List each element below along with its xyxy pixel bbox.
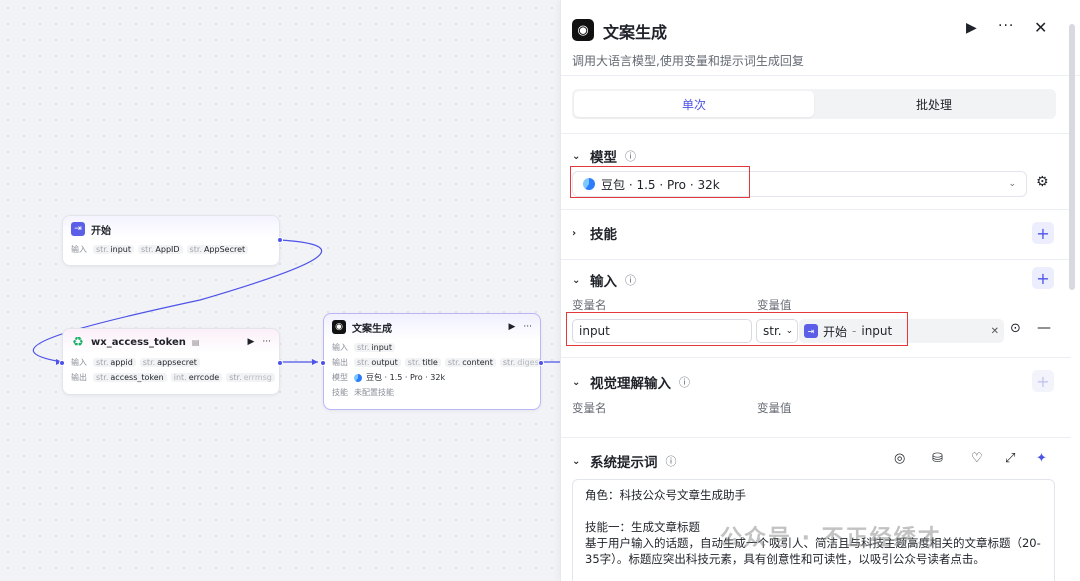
plugin-icon: ♻ xyxy=(72,334,84,350)
wx-input-port[interactable] xyxy=(59,360,65,366)
panel-header: ◉ 文案生成 调用大语言模型,使用变量和提示词生成回复 ▶ ··· ✕ xyxy=(561,0,1080,76)
chevron-down-icon[interactable]: ⌄ xyxy=(572,151,582,162)
highlight-box-model xyxy=(570,166,750,198)
gen-input-port[interactable] xyxy=(320,360,326,366)
wx-input-tag: str. appid xyxy=(93,358,136,367)
info-icon[interactable]: ⓘ xyxy=(625,148,636,164)
info-icon[interactable]: ⓘ xyxy=(666,453,677,469)
vision-section-label: 视觉理解输入 xyxy=(590,376,671,392)
wx-output-label: 输出 xyxy=(71,373,87,382)
wx-output-tag: str. access_token xyxy=(93,373,167,382)
tab-batch[interactable]: 批处理 xyxy=(814,91,1054,117)
chevron-down-icon[interactable]: ⌄ xyxy=(572,377,582,388)
panel-title: 文案生成 xyxy=(603,23,668,42)
run-icon[interactable]: ▶ xyxy=(247,337,254,347)
skills-section: › 技能 + xyxy=(561,209,1071,259)
compass-icon[interactable]: ◎ xyxy=(894,451,905,466)
more-icon[interactable]: ··· xyxy=(262,337,271,347)
start-icon: ⇥ xyxy=(71,222,85,236)
run-icon[interactable]: ▶ xyxy=(508,322,515,332)
chevron-down-icon[interactable]: ⌄ xyxy=(572,456,582,467)
wx-access-token-node[interactable]: ♻ wx_access_token ▤ ▶ ··· 输入 str. appid s… xyxy=(59,328,283,395)
prompt-line: 角色：科技公众号文章生成助手 xyxy=(585,488,746,502)
prompt-library-icon[interactable]: ⛁ xyxy=(932,451,943,466)
var-value-column: 变量值 xyxy=(757,298,792,312)
panel-description: 调用大语言模型,使用变量和提示词生成回复 xyxy=(572,54,804,68)
tab-single[interactable]: 单次 xyxy=(574,91,814,117)
gen-output-tag: str. content xyxy=(444,358,496,367)
gen-input-tag: str. input xyxy=(354,343,395,352)
gen-output-tag: str. digest xyxy=(499,358,540,367)
gen-output-tag: str. title xyxy=(404,358,441,367)
chevron-right-icon[interactable]: › xyxy=(572,228,582,239)
remove-row-icon[interactable]: — xyxy=(1037,320,1051,336)
watermark: 公众号 · 不正经绣才 xyxy=(720,526,942,551)
start-node-title: 开始 xyxy=(91,225,111,237)
gen-node-title: 文案生成 xyxy=(352,323,392,335)
start-input-label: 输入 xyxy=(71,245,87,254)
input-section-label: 输入 xyxy=(590,274,617,290)
info-icon[interactable]: ⓘ xyxy=(679,374,690,390)
wx-input-tag: str. appsecret xyxy=(139,358,200,367)
gen-output-port[interactable] xyxy=(538,360,544,366)
wx-output-port[interactable] xyxy=(277,360,283,366)
chevron-down-icon[interactable]: ⌄ xyxy=(572,275,582,286)
start-output-port[interactable] xyxy=(277,237,283,243)
start-node[interactable]: ⇥ 开始 输入 str. input str. AppID str. AppSecre… xyxy=(62,215,283,266)
copywriting-node[interactable]: ◉ 文案生成 ▶ ··· 输入 str. input 输出 str. output … xyxy=(320,313,544,410)
run-mode-tabs: 单次 批处理 xyxy=(572,89,1056,119)
wx-input-label: 输入 xyxy=(71,358,87,367)
close-icon[interactable]: ✕ xyxy=(1034,18,1047,37)
workflow-wires xyxy=(32,239,560,365)
vision-input-section: ⌄ 视觉理解输入 ⓘ + 变量名 变量值 xyxy=(561,357,1071,437)
gen-output-tag: str. output xyxy=(354,358,401,367)
var-name-column: 变量名 xyxy=(572,298,607,312)
wx-output-tag: str. errmsg xyxy=(226,373,275,382)
gen-skill-value: 未配置技能 xyxy=(354,388,394,397)
vision-var-name-column: 变量名 xyxy=(572,401,607,415)
gen-output-label: 输出 xyxy=(332,358,348,367)
more-icon[interactable]: ··· xyxy=(998,18,1014,34)
clear-icon[interactable]: ✕ xyxy=(991,326,999,337)
run-icon[interactable]: ▶ xyxy=(966,20,977,36)
info-icon[interactable]: ⓘ xyxy=(625,272,636,288)
system-prompt-label: 系统提示词 xyxy=(590,455,658,471)
skills-section-label: 技能 xyxy=(590,227,617,243)
expand-icon[interactable]: ⤢ xyxy=(1005,451,1015,466)
gen-model-label: 模型 xyxy=(332,373,348,382)
add-input-button[interactable]: + xyxy=(1032,267,1054,289)
variable-picker-icon[interactable]: ⊙ xyxy=(1010,321,1021,336)
chevron-down-icon: ⌄ xyxy=(1008,179,1016,189)
doubao-icon xyxy=(354,373,362,382)
ai-optimize-icon[interactable]: ✦ xyxy=(1036,451,1047,466)
start-input-tag: str. input xyxy=(93,245,134,254)
more-icon[interactable]: ··· xyxy=(523,322,532,332)
add-vision-input-button[interactable]: + xyxy=(1032,370,1054,392)
start-input-tag: str. AppID xyxy=(137,245,183,254)
gen-skill-label: 技能 xyxy=(332,388,348,397)
gen-model-value: 豆包 · 1.5 · Pro · 32k xyxy=(366,373,446,382)
panel-scrollbar[interactable] xyxy=(1069,24,1075,290)
gen-input-label: 输入 xyxy=(332,343,348,352)
llm-icon: ◉ xyxy=(332,320,346,334)
highlight-box-input xyxy=(566,312,908,346)
doc-icon: ▤ xyxy=(191,337,200,347)
start-input-tag: str. AppSecret xyxy=(186,245,249,254)
vision-var-value-column: 变量值 xyxy=(757,401,792,415)
add-skill-button[interactable]: + xyxy=(1032,222,1054,244)
node-config-panel: ◉ 文案生成 调用大语言模型,使用变量和提示词生成回复 ▶ ··· ✕ 单次 批… xyxy=(560,0,1080,581)
gear-icon[interactable]: ⚙ xyxy=(1036,174,1049,190)
wx-output-tag: int. errcode xyxy=(170,373,223,382)
model-section-label: 模型 xyxy=(590,150,617,166)
prompt-line xyxy=(585,503,1042,519)
llm-icon: ◉ xyxy=(572,19,594,41)
lightbulb-icon[interactable]: ♡ xyxy=(971,451,983,466)
wx-node-title: wx_access_token xyxy=(91,336,186,348)
